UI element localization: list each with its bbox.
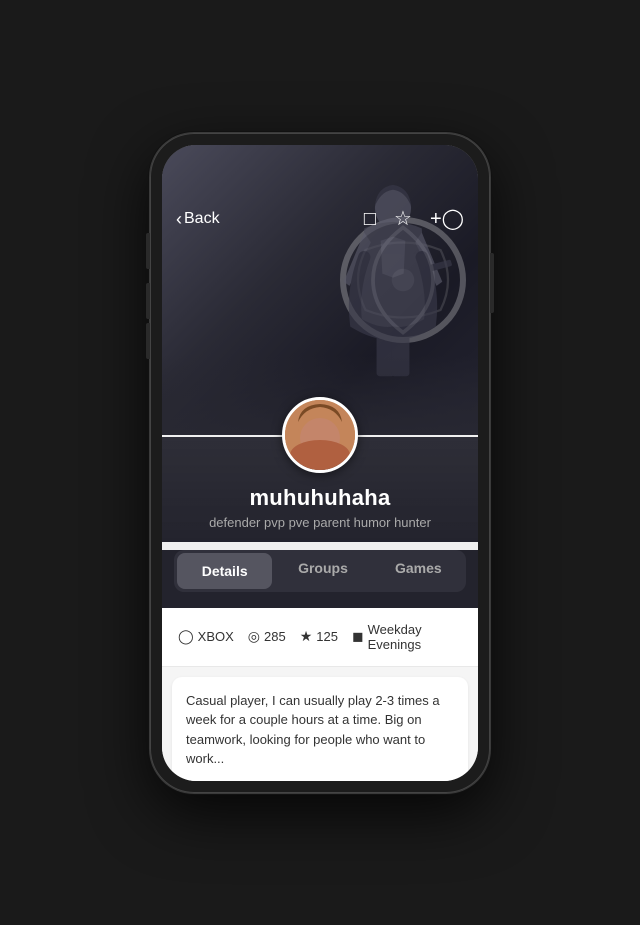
back-button[interactable]: ‹ Back	[176, 210, 220, 228]
phone-screen: 10:33 ▲ ▮▮▮	[162, 145, 478, 781]
rating-count: 125	[316, 629, 338, 644]
tab-groups[interactable]: Groups	[275, 550, 370, 592]
tab-games[interactable]: Games	[371, 550, 466, 592]
back-label: Back	[184, 210, 220, 228]
calendar-icon: ◼	[352, 628, 364, 645]
add-person-icon[interactable]: +◯	[430, 209, 464, 229]
avatar-image	[285, 400, 355, 470]
tab-bar: Details Groups Games	[174, 550, 466, 592]
star-rating-icon: ★	[300, 628, 313, 645]
back-chevron-icon: ‹	[176, 210, 182, 228]
description-text: Casual player, I can usually play 2-3 ti…	[186, 693, 440, 767]
schedule-label: Weekday Evenings	[368, 622, 462, 652]
rating-stat: ★ 125	[300, 628, 338, 645]
followers-stat: ◎ 285	[248, 628, 286, 645]
avatar	[282, 397, 358, 473]
user-info-section: muhuhuhaha defender pvp pve parent humor…	[162, 437, 478, 542]
tab-section: Details Groups Games	[162, 550, 478, 608]
avatar-wrapper	[282, 397, 358, 473]
followers-icon: ◎	[248, 628, 260, 645]
star-icon[interactable]: ☆	[394, 209, 412, 229]
stats-row: ◯ XBOX ◎ 285 ★ 125 ◼ Weekday Evenings	[162, 608, 478, 667]
xbox-icon: ◯	[178, 628, 194, 645]
user-bio: defender pvp pve parent humor hunter	[178, 515, 462, 530]
nav-bar: ‹ Back □ ☆ +◯	[162, 197, 478, 241]
chat-icon[interactable]: □	[364, 209, 376, 229]
platform-label: XBOX	[198, 629, 234, 644]
card-area: ◯ XBOX ◎ 285 ★ 125 ◼ Weekday Evenings	[162, 608, 478, 781]
description-card: Casual player, I can usually play 2-3 ti…	[172, 677, 468, 781]
platform-stat: ◯ XBOX	[178, 628, 234, 645]
followers-count: 285	[264, 629, 286, 644]
tab-details[interactable]: Details	[177, 553, 272, 589]
username: muhuhuhaha	[249, 485, 390, 510]
content-area: muhuhuhaha defender pvp pve parent humor…	[162, 197, 478, 781]
schedule-stat: ◼ Weekday Evenings	[352, 622, 462, 652]
phone-frame: 10:33 ▲ ▮▮▮	[150, 133, 490, 793]
nav-action-icons: □ ☆ +◯	[364, 209, 464, 229]
